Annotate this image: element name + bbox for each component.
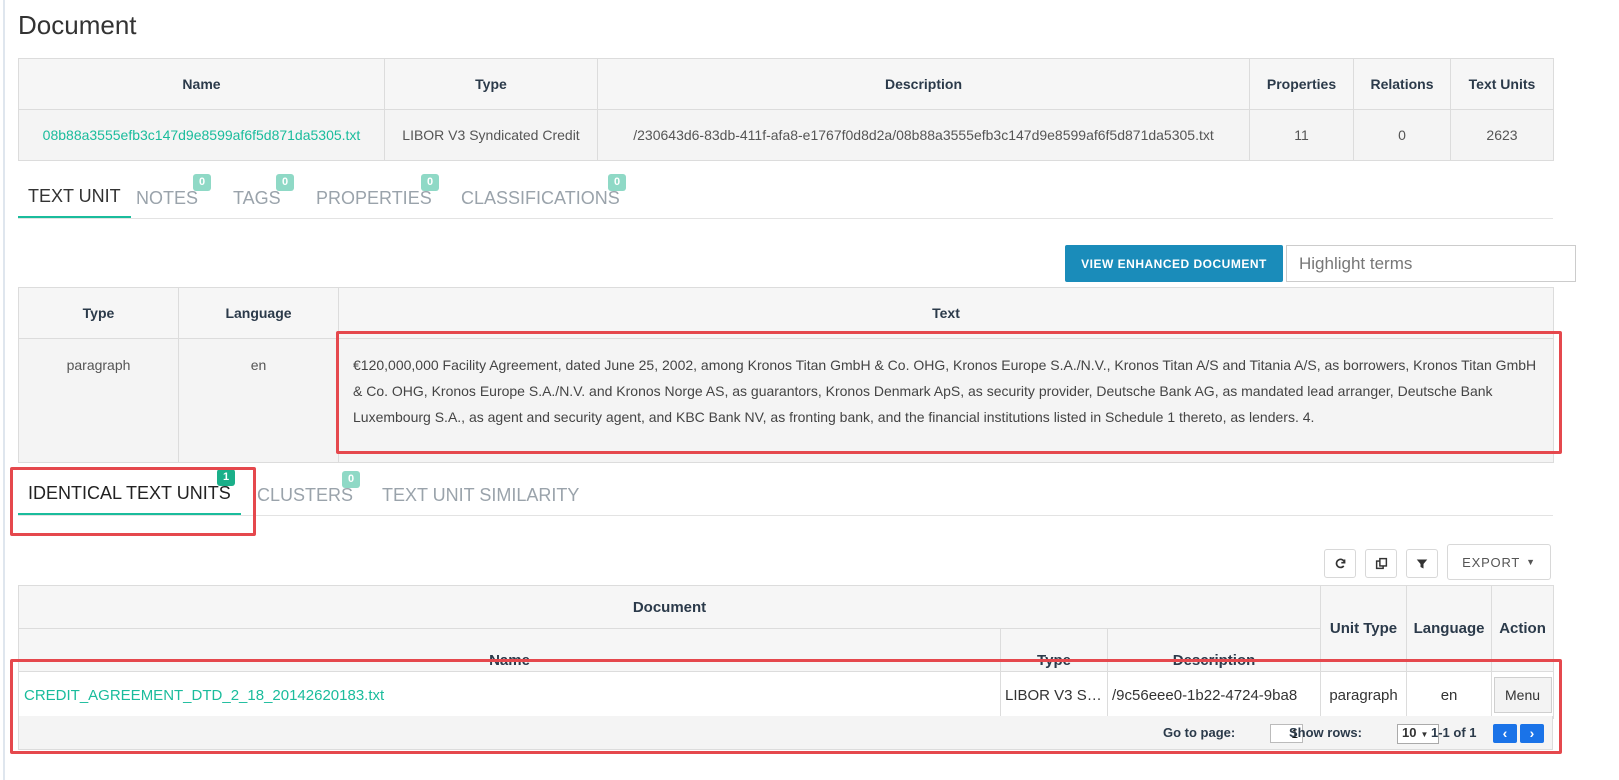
tab-tags[interactable]: TAGS 0 xyxy=(223,174,294,218)
col-header-text: Text xyxy=(338,287,1554,339)
table-row: 08b88a3555efb3c147d9e8599af6f5d871da5305… xyxy=(18,109,1554,161)
page-title: Document xyxy=(18,10,137,40)
page-left-border xyxy=(3,0,5,780)
text-unit-tabs: TEXT UNIT NOTES 0 TAGS 0 PROPERTIES 0 CL… xyxy=(18,174,1553,219)
copy-button[interactable] xyxy=(1365,549,1397,578)
tab-classifications[interactable]: CLASSIFICATIONS 0 xyxy=(451,174,630,218)
pagination-bar: Go to page: Show rows: 10▼ 1-1 of 1 ‹ › xyxy=(18,716,1553,750)
text-unit-type: paragraph xyxy=(18,338,179,463)
view-enhanced-document-button[interactable]: VIEW ENHANCED DOCUMENT xyxy=(1065,245,1283,282)
col-header-text-units[interactable]: Text Units xyxy=(1450,58,1554,110)
document-text-units-count: 2623 xyxy=(1450,109,1554,161)
tags-count-badge: 0 xyxy=(276,174,294,191)
clusters-count-badge: 0 xyxy=(342,471,360,488)
identical-text-units-table: Document Unit Type Language Action Name … xyxy=(17,585,1555,719)
tab-text-unit-similarity[interactable]: TEXT UNIT SIMILARITY xyxy=(372,485,589,515)
properties-count-badge: 0 xyxy=(421,174,439,191)
row-menu-button[interactable]: Menu xyxy=(1493,677,1552,713)
filter-button[interactable] xyxy=(1406,549,1438,578)
identical-unit-language: en xyxy=(1406,671,1493,719)
page-range: 1-1 of 1 xyxy=(1431,725,1477,740)
refresh-button[interactable] xyxy=(1324,549,1356,578)
tab-identical-text-units[interactable]: IDENTICAL TEXT UNITS 1 xyxy=(18,469,241,515)
col-header-description[interactable]: Description xyxy=(597,58,1250,110)
highlight-terms-input[interactable] xyxy=(1286,245,1576,282)
filter-icon xyxy=(1416,559,1428,568)
col-header-description[interactable]: Description xyxy=(1106,628,1322,672)
col-header-relations[interactable]: Relations xyxy=(1353,58,1451,110)
col-header-document-group: Document xyxy=(17,585,1322,629)
tab-text-unit[interactable]: TEXT UNIT xyxy=(18,186,131,218)
export-label: EXPORT xyxy=(1462,554,1521,570)
document-type: LIBOR V3 Syndicated Credit xyxy=(384,109,598,161)
col-header-name[interactable]: Name xyxy=(18,58,385,110)
show-rows-label: Show rows: xyxy=(1289,725,1362,740)
text-unit-text: €120,000,000 Facility Agreement, dated J… xyxy=(338,338,1554,463)
next-page-button[interactable]: › xyxy=(1520,724,1544,743)
identical-unit-description: /9c56eee0-1b22-4724-9ba8 xyxy=(1106,671,1322,719)
notes-count-badge: 0 xyxy=(193,174,211,191)
export-dropdown-button[interactable]: EXPORT ▼ xyxy=(1447,544,1551,580)
col-header-type[interactable]: Type xyxy=(1000,628,1108,672)
copy-icon xyxy=(1375,557,1387,570)
document-properties-count: 11 xyxy=(1249,109,1354,161)
caret-down-icon: ▼ xyxy=(1526,557,1536,567)
col-header-type[interactable]: Type xyxy=(384,58,598,110)
identical-count-badge: 1 xyxy=(217,469,235,486)
chevron-left-icon: ‹ xyxy=(1502,725,1508,741)
prev-page-button[interactable]: ‹ xyxy=(1493,724,1517,743)
document-table: Name Type Description Properties Relatio… xyxy=(18,58,1554,161)
table-row: paragraph en €120,000,000 Facility Agree… xyxy=(18,338,1554,463)
chevron-right-icon: › xyxy=(1529,725,1535,741)
goto-page-label: Go to page: xyxy=(1163,725,1236,740)
table-row: CREDIT_AGREEMENT_DTD_2_18_20142620183.tx… xyxy=(18,671,1555,719)
col-header-language[interactable]: Language xyxy=(1406,585,1493,672)
col-header-language: Language xyxy=(178,287,339,339)
col-header-type: Type xyxy=(18,287,179,339)
col-header-name[interactable]: Name xyxy=(18,628,1001,672)
refresh-icon xyxy=(1335,558,1345,569)
document-description: /230643d6-83db-411f-afa8-e1767f0d8d2a/08… xyxy=(597,109,1250,161)
text-unit-table: Type Language Text paragraph en €120,000… xyxy=(18,287,1554,463)
identical-unit-unit-type: paragraph xyxy=(1320,671,1408,719)
identical-unit-type: LIBOR V3 Syndicated Credit xyxy=(1000,671,1108,719)
document-name-link[interactable]: 08b88a3555efb3c147d9e8599af6f5d871da5305… xyxy=(43,127,361,143)
tab-properties[interactable]: PROPERTIES 0 xyxy=(306,174,442,218)
tab-clusters[interactable]: CLUSTERS 0 xyxy=(247,471,363,515)
tab-notes[interactable]: NOTES 0 xyxy=(126,174,211,218)
text-unit-language: en xyxy=(178,338,339,463)
document-relations-count: 0 xyxy=(1353,109,1451,161)
col-header-action: Action xyxy=(1491,585,1555,672)
classifications-count-badge: 0 xyxy=(608,174,626,191)
col-header-unit-type[interactable]: Unit Type xyxy=(1320,585,1408,672)
chevron-down-icon: ▼ xyxy=(1420,730,1429,739)
identical-unit-name-link[interactable]: CREDIT_AGREEMENT_DTD_2_18_20142620183.tx… xyxy=(24,687,384,704)
col-header-properties[interactable]: Properties xyxy=(1249,58,1354,110)
similarity-tabs: IDENTICAL TEXT UNITS 1 CLUSTERS 0 TEXT U… xyxy=(18,469,1553,516)
